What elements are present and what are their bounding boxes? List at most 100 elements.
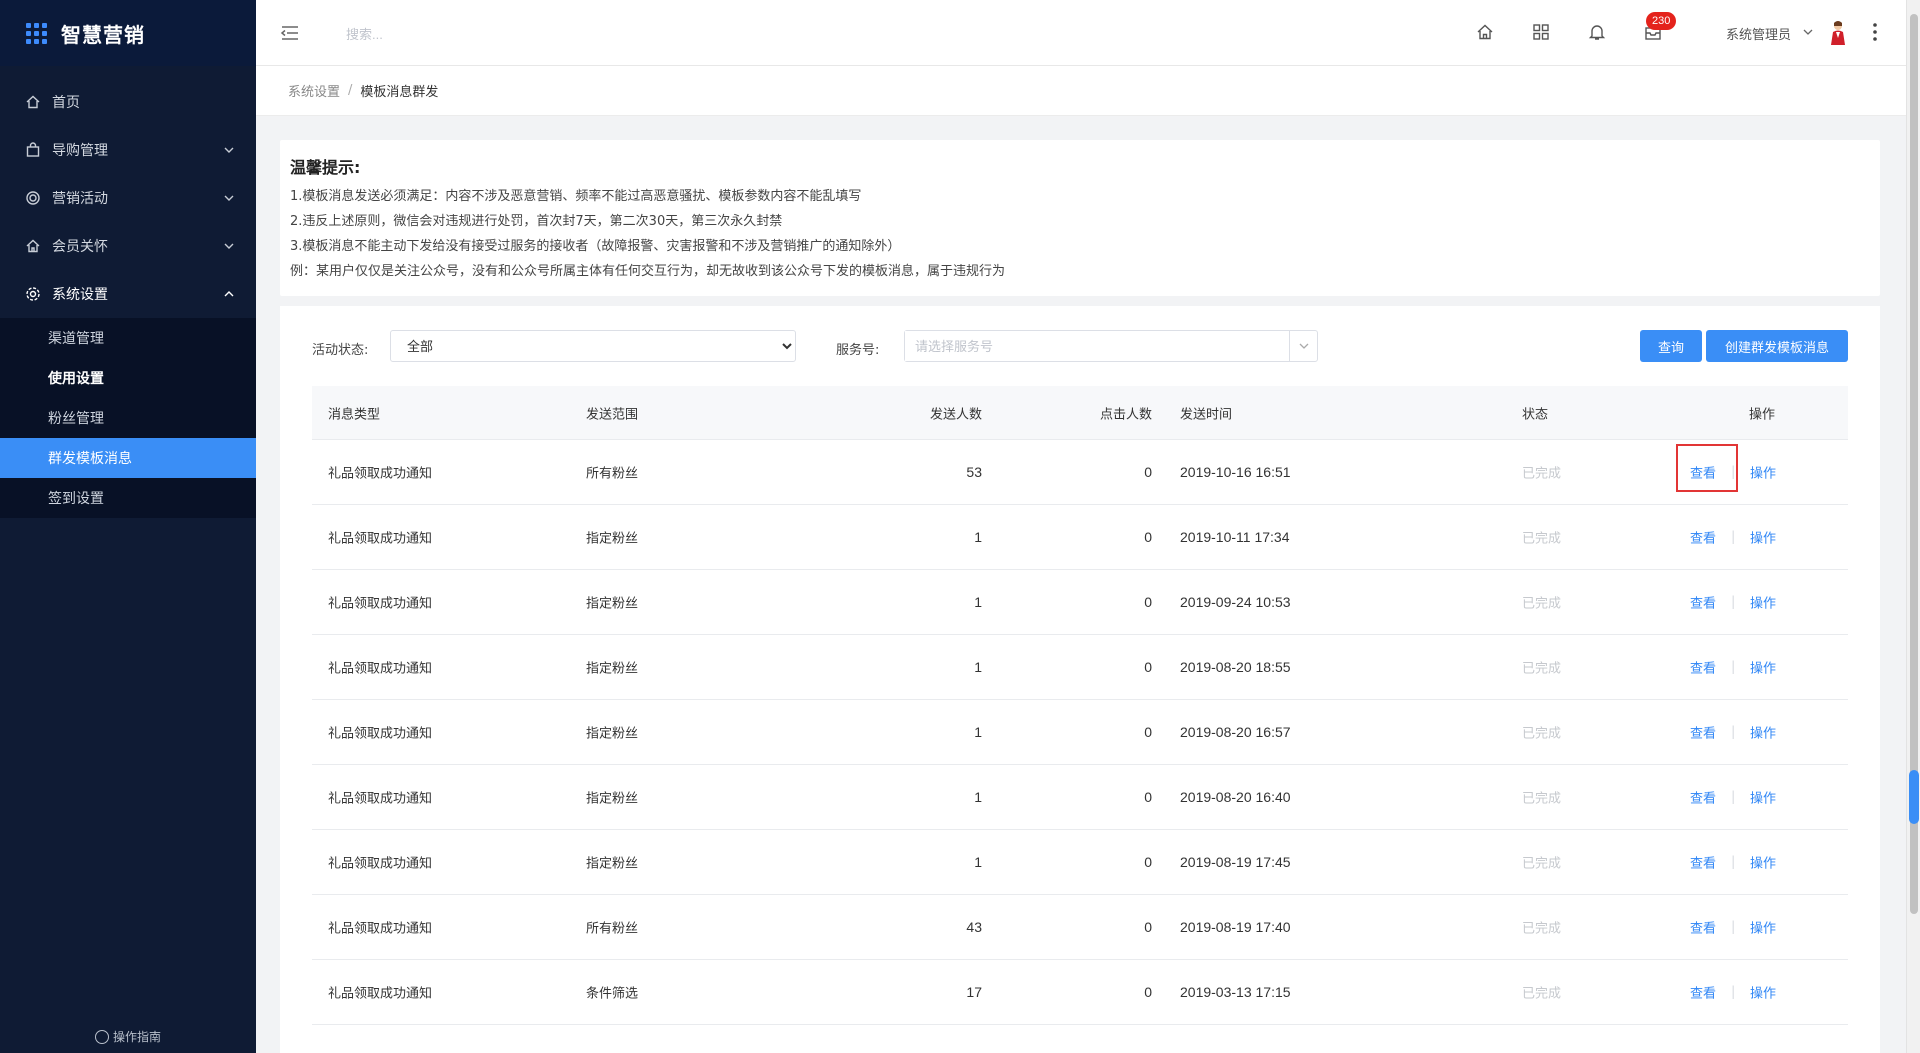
search-input[interactable] [346,22,646,46]
cell-send-scope: 指定粉丝 [586,661,639,677]
ops-separator: | [1731,789,1736,805]
operate-link[interactable]: 操作 [1750,593,1776,612]
view-link[interactable]: 查看 [1690,593,1716,612]
chevron-up-icon [224,291,234,297]
guide-icon [94,1029,109,1044]
cell-click-count: 0 [1144,594,1152,610]
notice-line: 例：某用户仅仅是关注公众号，没有和公众号所属主体有任何交互行为，却无故收到该公众… [290,264,1006,279]
cell-click-count: 0 [1144,789,1152,805]
operate-link[interactable]: 操作 [1750,463,1776,482]
cell-click-count: 0 [1144,854,1152,870]
view-link[interactable]: 查看 [1690,853,1716,872]
cell-send-time: 2019-08-19 17:45 [1180,854,1291,870]
page-scrollbar[interactable] [1906,0,1920,1053]
brand[interactable]: 智慧营销 [0,0,256,66]
sidebar-item-system-settings[interactable]: 系统设置 [0,270,256,318]
view-link[interactable]: 查看 [1690,723,1716,742]
service-select[interactable] [904,330,1318,362]
cell-status: 已完成 [1522,596,1562,612]
sidebar-subitem-fans[interactable]: 粉丝管理 [0,398,256,438]
status-filter-select[interactable]: 全部 [390,330,796,362]
bell-icon[interactable] [1587,22,1607,42]
cell-send-scope: 条件筛选 [586,986,639,1002]
more-options-icon[interactable] [1872,22,1878,42]
home-icon[interactable] [1475,22,1495,42]
apps-grid-icon [26,22,47,44]
table-row: 礼品领取成功通知 所有粉丝 53 0 2019-10-16 16:51 已完成 查看 | 操作 [312,440,1848,505]
cell-send-scope: 指定粉丝 [586,531,639,547]
sidebar-subitem-checkin[interactable]: 签到设置 [0,478,256,518]
cell-click-count: 0 [1144,529,1152,545]
cell-send-time: 2019-03-13 17:15 [1180,984,1291,1000]
table-row: 礼品领取成功通知 指定粉丝 1 0 2019-08-19 17:45 已完成 查看 | 操作 [312,830,1848,895]
cell-sent-count: 1 [974,659,982,675]
cell-message-type: 礼品领取成功通知 [328,466,433,482]
operate-link[interactable]: 操作 [1750,723,1776,742]
operate-link[interactable]: 操作 [1750,853,1776,872]
sidebar-subitem-usage-settings[interactable]: 使用设置 [0,358,256,398]
view-link[interactable]: 查看 [1690,528,1716,547]
cell-message-type: 礼品领取成功通知 [328,531,433,547]
apps-icon[interactable] [1531,22,1551,42]
sidebar-subitem-channel[interactable]: 渠道管理 [0,318,256,358]
sidebar-item-marketing[interactable]: 营销活动 [0,174,256,222]
operate-link[interactable]: 操作 [1750,528,1776,547]
chevron-down-icon [224,243,234,249]
header-click-count: 点击人数 [1099,407,1152,422]
filter-bar: 活动状态: 全部 服务号: 查询 创建群发模板消息 [312,330,1848,364]
chevron-down-icon[interactable] [1289,331,1317,361]
header-message-type: 消息类型 [328,407,381,422]
view-link[interactable]: 查看 [1690,463,1716,482]
operate-link[interactable]: 操作 [1750,788,1776,807]
create-mass-template-button[interactable]: 创建群发模板消息 [1706,330,1848,362]
operation-guide-link[interactable]: 操作指南 [0,1028,256,1045]
view-link[interactable]: 查看 [1690,983,1716,1002]
cell-sent-count: 1 [974,724,982,740]
status-filter-label: 活动状态: [312,343,369,358]
cell-message-type: 礼品领取成功通知 [328,791,433,807]
operate-link[interactable]: 操作 [1750,918,1776,937]
ops-separator: | [1731,919,1736,935]
messages-table: 消息类型 发送范围 发送人数 点击人数 发送时间 状态 操作 礼品领取成功通知所… [312,386,1848,1025]
chevron-down-icon[interactable] [1802,26,1814,38]
view-link[interactable]: 查看 [1690,918,1716,937]
cell-click-count: 0 [1144,659,1152,675]
operate-link[interactable]: 操作 [1750,983,1776,1002]
table-row: 礼品领取成功通知 指定粉丝 1 0 2019-10-11 17:34 已完成 查看 | 操作 [312,505,1848,570]
cell-click-count: 0 [1144,724,1152,740]
cell-status: 已完成 [1522,921,1562,937]
ops-separator: | [1731,854,1736,870]
cell-message-type: 礼品领取成功通知 [328,596,433,612]
cell-status: 已完成 [1522,466,1562,482]
scrollbar-handle[interactable] [1909,770,1919,824]
cell-send-scope: 指定粉丝 [586,856,639,872]
sidebar-subitem-mass-template[interactable]: 群发模板消息 [0,438,256,478]
cell-status: 已完成 [1522,986,1562,1002]
sidebar-item-guide-shopping[interactable]: 导购管理 [0,126,256,174]
table-row: 礼品领取成功通知 指定粉丝 1 0 2019-08-20 18:55 已完成 查看 | 操作 [312,635,1848,700]
table-header-row: 消息类型 发送范围 发送人数 点击人数 发送时间 状态 操作 [312,386,1848,440]
user-name[interactable]: 系统管理员 [1726,24,1791,43]
cell-send-time: 2019-10-16 16:51 [1180,464,1291,480]
view-link[interactable]: 查看 [1690,658,1716,677]
menu-collapse-icon[interactable] [280,24,300,42]
view-link[interactable]: 查看 [1690,788,1716,807]
cell-sent-count: 1 [974,529,982,545]
service-input[interactable] [905,331,1285,361]
breadcrumb: 系统设置 / 模板消息群发 [256,66,1906,116]
sidebar-menu: 首页 导购管理 营销活动 会员关怀 系统设置 渠道管理 使用设置 粉丝管理 群发… [0,66,256,518]
service-filter-label: 服务号: [836,343,880,358]
query-button[interactable]: 查询 [1640,330,1702,362]
cell-status: 已完成 [1522,791,1562,807]
target-icon [24,189,42,207]
notice-line: 2.违反上述原则，微信会对违规进行处罚，首次封7天，第二次30天，第三次永久封禁 [290,214,783,229]
ops-separator: | [1731,984,1736,1000]
operate-link[interactable]: 操作 [1750,658,1776,677]
sidebar-item-home[interactable]: 首页 [0,78,256,126]
sidebar-item-member-care[interactable]: 会员关怀 [0,222,256,270]
ops-separator: | [1731,464,1736,480]
cell-send-time: 2019-08-19 17:40 [1180,919,1291,935]
avatar[interactable] [1826,20,1850,46]
breadcrumb-parent[interactable]: 系统设置 [288,81,340,100]
sidebar-item-label: 导购管理 [52,143,108,159]
